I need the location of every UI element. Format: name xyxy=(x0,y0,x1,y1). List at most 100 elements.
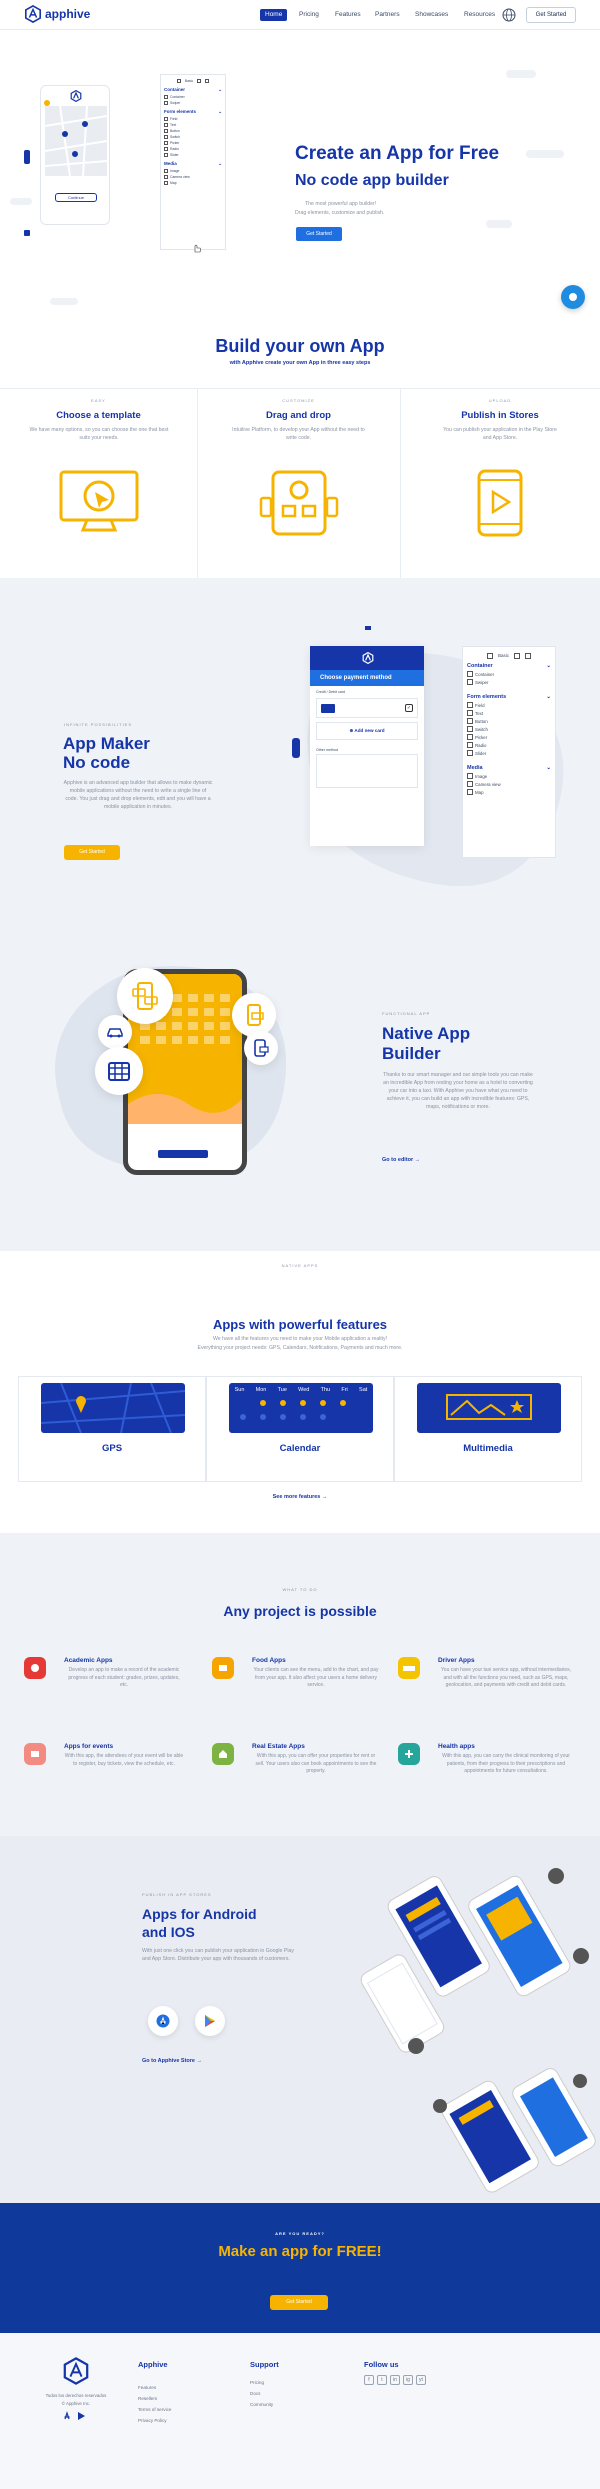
nav-pricing[interactable]: Pricing xyxy=(299,9,319,21)
facebook-icon[interactable]: f xyxy=(364,2375,374,2385)
chevron-down-icon[interactable]: ⌄ xyxy=(546,694,551,700)
chevron-down-icon[interactable]: ⌄ xyxy=(218,109,222,115)
check-icon[interactable]: ✓ xyxy=(405,704,413,712)
house-icon xyxy=(219,1750,227,1758)
footer: Todos los derechos reservados © Apphive … xyxy=(0,2333,600,2489)
panel-item[interactable]: Switch xyxy=(475,727,488,732)
panel-tab-basic[interactable]: Basic xyxy=(185,79,193,83)
other-method-box[interactable] xyxy=(316,754,418,788)
footer-link[interactable]: Features xyxy=(138,2385,171,2396)
chat-button[interactable] xyxy=(561,285,585,309)
nav-showcases[interactable]: Showcases xyxy=(415,9,448,21)
google-play-icon[interactable] xyxy=(76,2411,86,2421)
panel-item[interactable]: Camera view xyxy=(170,175,190,179)
feature-card-calendar[interactable]: Sun Mon Tue Wed Thu Fri Sat Calendar xyxy=(206,1376,394,1482)
footer-link[interactable]: Privacy Policy xyxy=(138,2418,171,2429)
app-store-button[interactable] xyxy=(148,2006,178,2036)
panel-item[interactable]: Button xyxy=(170,129,180,133)
globe-icon[interactable] xyxy=(502,8,516,22)
panel-item[interactable]: Picker xyxy=(170,141,179,145)
panel-item[interactable]: Text xyxy=(475,711,483,716)
cta-hint: ARE YOU READY? xyxy=(275,2231,325,2236)
chat-phone-icon xyxy=(132,982,158,1010)
brand-logo[interactable]: apphive xyxy=(24,5,90,23)
feature-card-gps[interactable]: GPS xyxy=(18,1376,206,1482)
panel-item[interactable]: Picker xyxy=(475,735,487,740)
panel-item[interactable]: Container xyxy=(170,95,185,99)
panel-item[interactable]: Button xyxy=(475,719,488,724)
panel-item[interactable]: Radio xyxy=(475,743,486,748)
twitter-icon[interactable]: t xyxy=(377,2375,387,2385)
side-handle[interactable] xyxy=(292,738,300,758)
nav-features[interactable]: Features xyxy=(335,9,361,21)
add-card-button[interactable]: ⊕ Add new card xyxy=(316,722,418,740)
chevron-down-icon[interactable]: ⌄ xyxy=(546,663,551,669)
panel-item[interactable]: Slider xyxy=(170,153,179,157)
google-play-icon xyxy=(205,2015,215,2027)
panel-head-container: Container xyxy=(164,87,186,92)
feature-card-multimedia[interactable]: Multimedia xyxy=(394,1376,582,1482)
appmaker-get-started-button[interactable]: Get Started xyxy=(64,845,120,860)
panel-item[interactable]: Slider xyxy=(475,751,486,756)
hero-get-started-button[interactable]: Get Started xyxy=(296,227,342,241)
chevron-down-icon[interactable]: ⌄ xyxy=(218,161,222,167)
nav-get-started-button[interactable]: Get Started xyxy=(526,7,576,23)
panel-item[interactable]: Camera view xyxy=(475,782,501,787)
panel-item[interactable]: Map xyxy=(475,790,484,795)
footer-link[interactable]: Terms of service xyxy=(138,2407,171,2418)
phone-continue-button[interactable]: Continue xyxy=(55,193,97,202)
google-play-button[interactable] xyxy=(195,2006,225,2036)
saved-card[interactable]: ✓ xyxy=(316,698,418,718)
nav-home[interactable]: Home xyxy=(260,9,288,21)
add-card-label: Add new card xyxy=(354,728,385,733)
footer-link[interactable]: Resellers xyxy=(138,2396,171,2407)
appmaker-components-panel: Basic Container ⌄ Container Swiper Form e… xyxy=(462,646,556,858)
phone-action-button[interactable] xyxy=(158,1150,208,1158)
panel-item[interactable]: Field xyxy=(475,703,485,708)
hero-title: Create an App for Free xyxy=(295,143,500,164)
panel-item[interactable]: Swiper xyxy=(475,680,488,685)
panel-item[interactable]: Image xyxy=(170,169,179,173)
see-more-features-link[interactable]: See more features → xyxy=(0,1494,600,1500)
panel-item[interactable]: Swiper xyxy=(170,101,180,105)
project-icon-bg xyxy=(212,1657,234,1679)
cta-title: Make an app for FREE! xyxy=(218,2243,382,2260)
build-subtitle: with Apphive create your own App in thre… xyxy=(229,360,371,366)
panel-tab-basic[interactable]: Basic xyxy=(498,653,509,658)
chat-bubble-icon xyxy=(569,293,577,301)
panel-item[interactable]: Map xyxy=(170,181,177,185)
native-title: Native App xyxy=(382,1024,471,1043)
panel-head-media: Media xyxy=(467,765,483,771)
project-title: Food Apps xyxy=(252,1657,286,1664)
footer-link[interactable]: Pricing xyxy=(250,2380,273,2391)
cta-get-started-button[interactable]: Get Started xyxy=(270,2295,328,2310)
linkedin-icon[interactable]: in xyxy=(390,2375,400,2385)
chevron-down-icon[interactable]: ⌄ xyxy=(546,765,551,771)
panel-item[interactable]: Radio xyxy=(170,147,179,151)
footer-link[interactable]: Docs xyxy=(250,2391,273,2402)
instagram-icon[interactable]: ig xyxy=(403,2375,413,2385)
brand-name: apphive xyxy=(45,7,91,21)
go-to-store-link[interactable]: Go to Apphive Store → xyxy=(142,2058,202,2064)
panel-item[interactable]: Field xyxy=(170,117,177,121)
features-section: NATIVE APPS Apps with powerful features … xyxy=(0,1251,600,1533)
panel-item[interactable]: Image xyxy=(475,774,487,779)
panel-head-media: Media xyxy=(164,161,177,166)
project-title: Health apps xyxy=(438,1743,475,1750)
projects-hint: WHAT TO DO xyxy=(282,1587,318,1592)
panel-head-container: Container xyxy=(467,663,493,669)
panel-head-form: Form elements xyxy=(467,694,507,700)
go-to-editor-link[interactable]: Go to editor → xyxy=(382,1157,420,1163)
panel-item[interactable]: Container xyxy=(475,672,494,677)
nav-partners[interactable]: Partners xyxy=(375,9,400,21)
side-handle[interactable] xyxy=(24,150,30,164)
footer-link[interactable]: Community xyxy=(250,2402,273,2413)
nav-resources[interactable]: Resources xyxy=(464,9,495,21)
app-store-icon[interactable] xyxy=(62,2411,72,2421)
panel-item[interactable]: Text xyxy=(170,123,176,127)
project-icon-bg xyxy=(398,1657,420,1679)
youtube-icon[interactable]: yt xyxy=(416,2375,426,2385)
appmaker-hint: INFINITE POSSIBILITIES xyxy=(64,722,133,727)
chevron-down-icon[interactable]: ⌄ xyxy=(218,87,222,93)
panel-item[interactable]: Switch xyxy=(170,135,180,139)
